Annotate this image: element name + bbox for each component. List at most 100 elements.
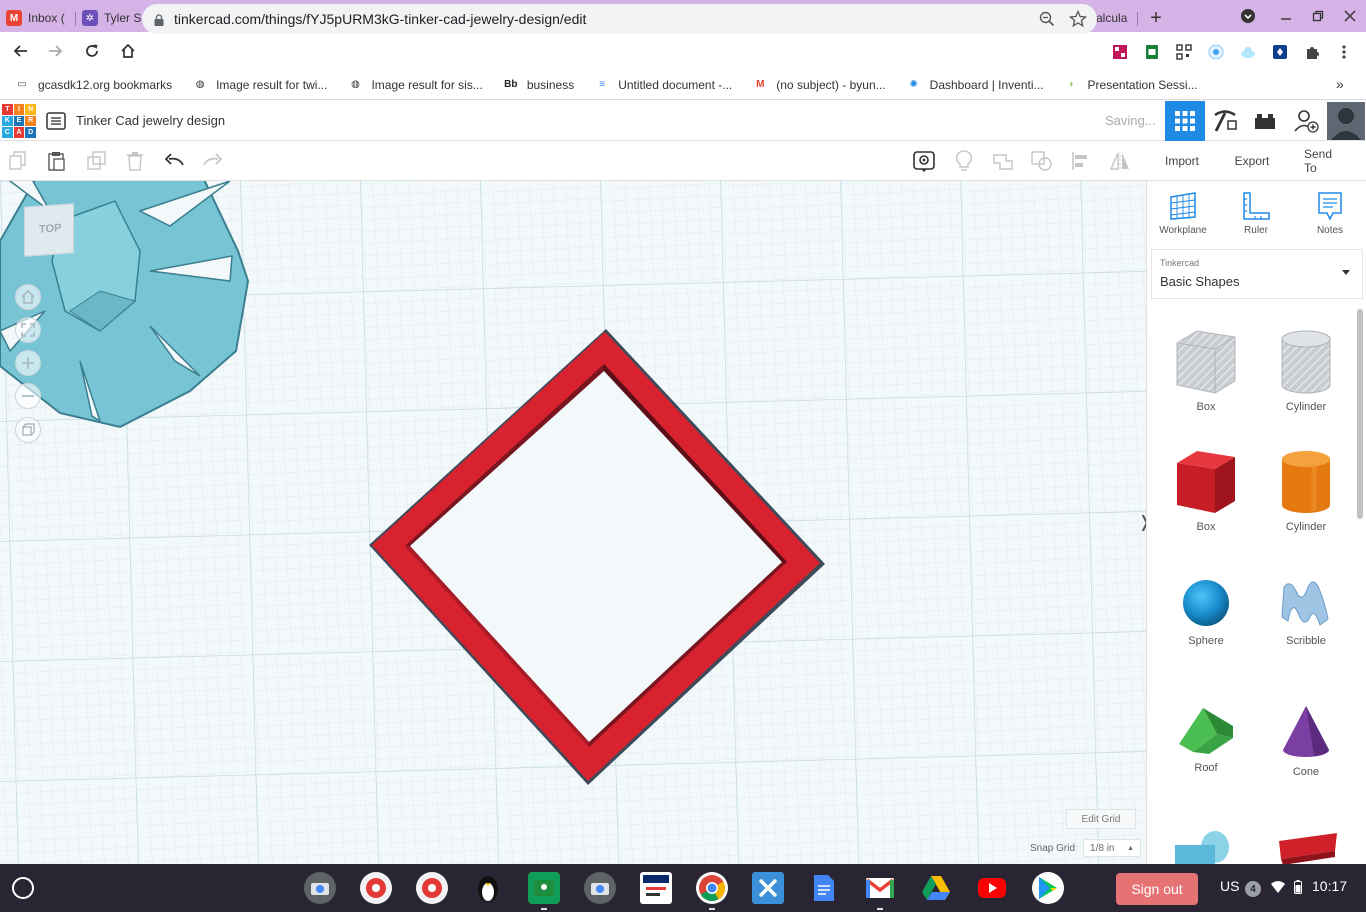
mirror-icon[interactable] <box>1108 149 1132 173</box>
duplicate-icon[interactable] <box>85 149 109 173</box>
blocks-view-button[interactable] <box>1205 101 1245 141</box>
classroom-app-icon[interactable] <box>528 872 560 910</box>
forward-icon[interactable] <box>40 35 72 67</box>
group-icon[interactable] <box>991 149 1015 173</box>
more-bookmarks-button[interactable]: » <box>1336 76 1344 92</box>
new-tab-button[interactable]: + <box>1138 4 1174 32</box>
add-user-button[interactable] <box>1286 101 1326 141</box>
fit-view-button[interactable] <box>15 317 41 343</box>
sign-out-button[interactable]: Sign out <box>1116 873 1198 905</box>
import-button[interactable]: Import <box>1156 149 1208 173</box>
avatar[interactable] <box>1326 101 1366 141</box>
address-bar[interactable]: tinkercad.com/things/fYJ5pURM3kG-tinker-… <box>142 4 1097 34</box>
view-cube[interactable]: TOP <box>24 203 74 257</box>
bookmark-item[interactable]: M (no subject) - byun... <box>752 77 886 93</box>
redo-icon[interactable] <box>200 149 224 173</box>
bookmark-item[interactable]: Bb business <box>503 77 574 93</box>
reload-icon[interactable] <box>76 35 108 67</box>
linux-penguin-app-icon[interactable] <box>472 872 504 904</box>
docs-app-icon[interactable] <box>808 872 840 904</box>
notes-toggle-icon[interactable] <box>912 149 936 173</box>
gmail-app-icon[interactable] <box>864 872 896 910</box>
panel-scrollbar[interactable] <box>1357 309 1363 519</box>
battery-icon[interactable] <box>1294 880 1302 894</box>
camera-app-icon-2[interactable] <box>584 872 616 904</box>
shape-text-partial[interactable] <box>1277 831 1339 864</box>
shape-cone[interactable]: Cone <box>1261 704 1351 778</box>
workplane-tool[interactable]: Workplane <box>1153 191 1213 236</box>
delete-icon[interactable] <box>123 149 147 173</box>
bookmark-item[interactable]: ✺ Dashboard | Inventi... <box>906 77 1043 93</box>
design-title[interactable]: Tinker Cad jewelry design <box>76 113 225 128</box>
shape-box-hole[interactable]: Box <box>1161 329 1251 413</box>
ungroup-icon[interactable] <box>1030 149 1054 173</box>
browser-menu-icon[interactable] <box>1334 42 1354 62</box>
restore-icon[interactable] <box>1306 4 1330 28</box>
extension-circle-icon[interactable] <box>1206 42 1226 62</box>
bookmark-star-icon[interactable] <box>1068 9 1088 31</box>
3d-design-view-button[interactable] <box>1165 101 1205 141</box>
send-to-button[interactable]: Send To <box>1296 147 1352 175</box>
launcher-icon[interactable] <box>12 877 34 899</box>
snap-grid-control: Snap Grid 1/8 in ▲ <box>1030 839 1142 857</box>
back-icon[interactable] <box>4 35 36 67</box>
chrome-beta-app-icon[interactable] <box>416 872 448 904</box>
bookmark-item[interactable]: ≡ Untitled document -... <box>594 77 732 93</box>
align-icon[interactable] <box>1069 149 1093 173</box>
extension-qrcode-icon[interactable] <box>1174 42 1194 62</box>
shape-roof[interactable]: Roof <box>1161 704 1251 774</box>
tab-search-icon[interactable] <box>1236 4 1260 28</box>
shape-library-select[interactable]: Tinkercad Basic Shapes <box>1151 249 1363 299</box>
home-icon[interactable] <box>112 35 144 67</box>
minimize-icon[interactable] <box>1274 4 1298 28</box>
wifi-icon[interactable] <box>1270 880 1286 894</box>
ruler-tool[interactable]: Ruler <box>1226 191 1286 236</box>
edit-grid-button[interactable]: Edit Grid <box>1066 809 1136 829</box>
pearson-testnav-app-icon[interactable] <box>640 872 672 904</box>
snap-grid-select[interactable]: 1/8 in ▲ <box>1083 839 1142 857</box>
notification-badge[interactable]: 4 <box>1245 881 1261 897</box>
shape-sphere[interactable]: Sphere <box>1161 577 1251 647</box>
extension-sheets-icon[interactable] <box>1142 42 1162 62</box>
locale-indicator[interactable]: US <box>1220 878 1239 894</box>
extension-blue-icon[interactable] <box>1270 42 1290 62</box>
extension-cloud-icon[interactable] <box>1238 42 1258 62</box>
youtube-app-icon[interactable] <box>976 872 1008 904</box>
bookmark-item[interactable]: ◍ Image result for twi... <box>192 77 328 93</box>
design-list-icon[interactable] <box>46 112 66 135</box>
zoom-in-button[interactable] <box>15 350 41 376</box>
browser-tab[interactable]: M Inbox ( <box>0 4 76 32</box>
shape-scribble[interactable]: Scribble <box>1261 577 1351 647</box>
zoom-out-button[interactable] <box>15 383 41 409</box>
zoom-icon[interactable] <box>1039 11 1055 30</box>
close-window-icon[interactable] <box>1338 4 1362 28</box>
play-store-app-icon[interactable] <box>1032 872 1064 904</box>
shape-cylinder-hole[interactable]: Cylinder <box>1261 329 1351 413</box>
lightbulb-icon[interactable] <box>952 149 976 173</box>
extensions-puzzle-icon[interactable] <box>1302 42 1322 62</box>
extension-qr-icon[interactable] <box>1110 42 1130 62</box>
bricks-view-button[interactable] <box>1245 101 1285 141</box>
copy-icon[interactable] <box>6 149 30 173</box>
orthographic-button[interactable] <box>15 417 41 443</box>
paste-icon[interactable] <box>45 149 69 173</box>
browser-tab[interactable]: ✲ Tyler S <box>76 4 152 32</box>
shape-box[interactable]: Box <box>1161 449 1251 533</box>
notes-tool[interactable]: Notes <box>1300 191 1360 236</box>
shape-tube-partial[interactable] <box>1173 829 1233 864</box>
chrome-app-icon[interactable] <box>696 872 728 910</box>
export-button[interactable]: Export <box>1226 149 1278 173</box>
bookmark-item[interactable]: ◗ Presentation Sessi... <box>1064 77 1197 93</box>
x-app-icon[interactable] <box>752 872 784 904</box>
tinkercad-logo[interactable]: TIN KER CAD <box>2 104 36 138</box>
chrome-canary-app-icon[interactable] <box>360 872 392 904</box>
drive-app-icon[interactable] <box>920 872 952 904</box>
workplane-canvas[interactable]: TOP Edit Grid Snap Grid 1/8 in ▲ <box>0 181 1146 864</box>
bookmark-item[interactable]: ◍ Image result for sis... <box>347 77 483 93</box>
shape-cylinder[interactable]: Cylinder <box>1261 449 1351 533</box>
camera-app-icon[interactable] <box>304 872 336 904</box>
home-view-button[interactable] <box>15 284 41 310</box>
clock[interactable]: 10:17 <box>1312 878 1347 894</box>
bookmark-item[interactable]: ▭ gcasdk12.org bookmarks <box>14 77 172 93</box>
undo-icon[interactable] <box>163 149 187 173</box>
